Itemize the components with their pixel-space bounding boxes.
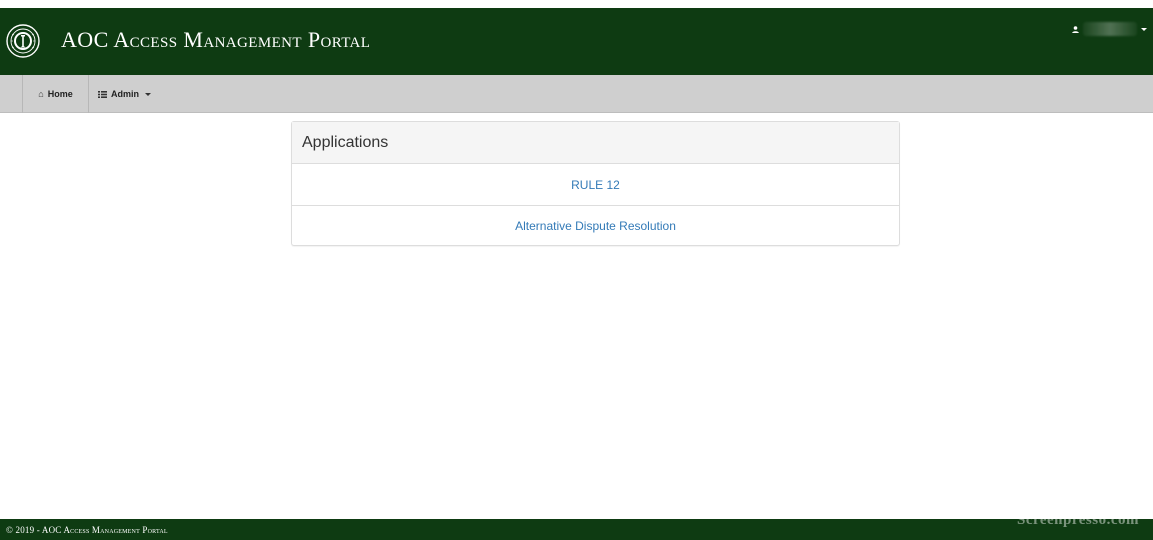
site-footer: © 2019 - AOC Access Management Portal Sc… [0,512,1153,540]
list-icon [98,90,107,98]
court-seal-icon[interactable] [6,24,40,58]
application-link-alternative-dispute-resolution[interactable]: Alternative Dispute Resolution [292,205,899,246]
screenpresso-watermark: Screenpresso.com [1016,512,1139,528]
user-name: user [1083,22,1137,36]
applications-panel: Applications RULE 12 Alternative Dispute… [291,121,900,246]
main-navbar: ⌂ Home Admin [0,75,1153,113]
home-icon: ⌂ [38,89,44,99]
nav-admin-dropdown[interactable]: Admin [90,75,166,113]
portal-title[interactable]: AOC Access Management Portal [61,27,370,53]
application-link-rule-12[interactable]: RULE 12 [292,164,899,205]
nav-home-label: Home [47,89,73,99]
applications-heading: Applications [292,122,899,164]
caret-down-icon [145,92,151,96]
nav-admin-label: Admin [111,89,139,99]
user-menu[interactable]: user [1072,20,1147,38]
footer-copyright: © 2019 - AOC Access Management Portal [6,524,168,535]
nav-home[interactable]: ⌂ Home [23,75,89,113]
caret-down-icon [1141,27,1147,31]
user-icon [1072,25,1079,33]
site-header: AOC Access Management Portal user [0,8,1153,75]
